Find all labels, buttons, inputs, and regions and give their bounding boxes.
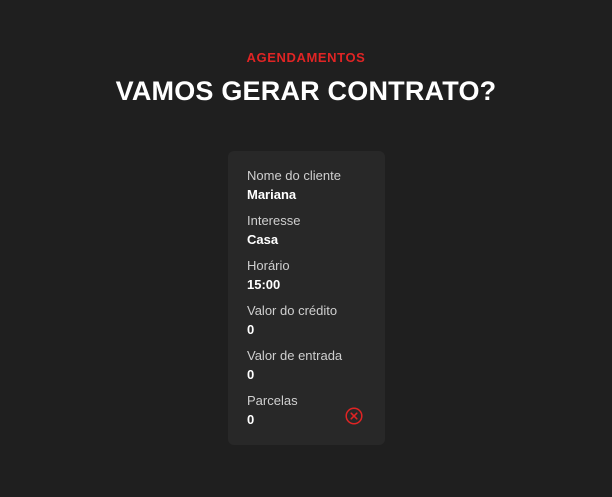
page-title: VAMOS GERAR CONTRATO?	[115, 76, 497, 106]
field-value: 15:00	[247, 277, 281, 292]
field-interest: Interesse Casa	[247, 213, 385, 258]
field-label: Nome do cliente	[247, 168, 341, 183]
field-label: Parcelas	[247, 393, 298, 408]
field-installments: Parcelas 0	[247, 393, 385, 438]
field-value: 0	[247, 412, 255, 427]
field-value: 0	[247, 322, 255, 337]
field-label: Interesse	[247, 213, 301, 228]
field-client-name: Nome do cliente Mariana	[247, 168, 385, 213]
field-label: Valor do crédito	[247, 303, 338, 318]
field-label: Valor de entrada	[247, 348, 343, 363]
field-down-payment: Valor de entrada 0	[247, 348, 385, 393]
field-label: Horário	[247, 258, 290, 273]
close-circle-icon[interactable]	[345, 407, 363, 425]
field-credit-value: Valor do crédito 0	[247, 303, 385, 348]
field-value: Mariana	[247, 187, 297, 202]
field-value: 0	[247, 367, 255, 382]
field-time: Horário 15:00	[247, 258, 385, 303]
field-value: Casa	[247, 232, 279, 247]
section-eyebrow: AGENDAMENTOS	[246, 50, 366, 65]
appointment-card: Nome do cliente Mariana Interesse Casa H…	[228, 151, 385, 445]
